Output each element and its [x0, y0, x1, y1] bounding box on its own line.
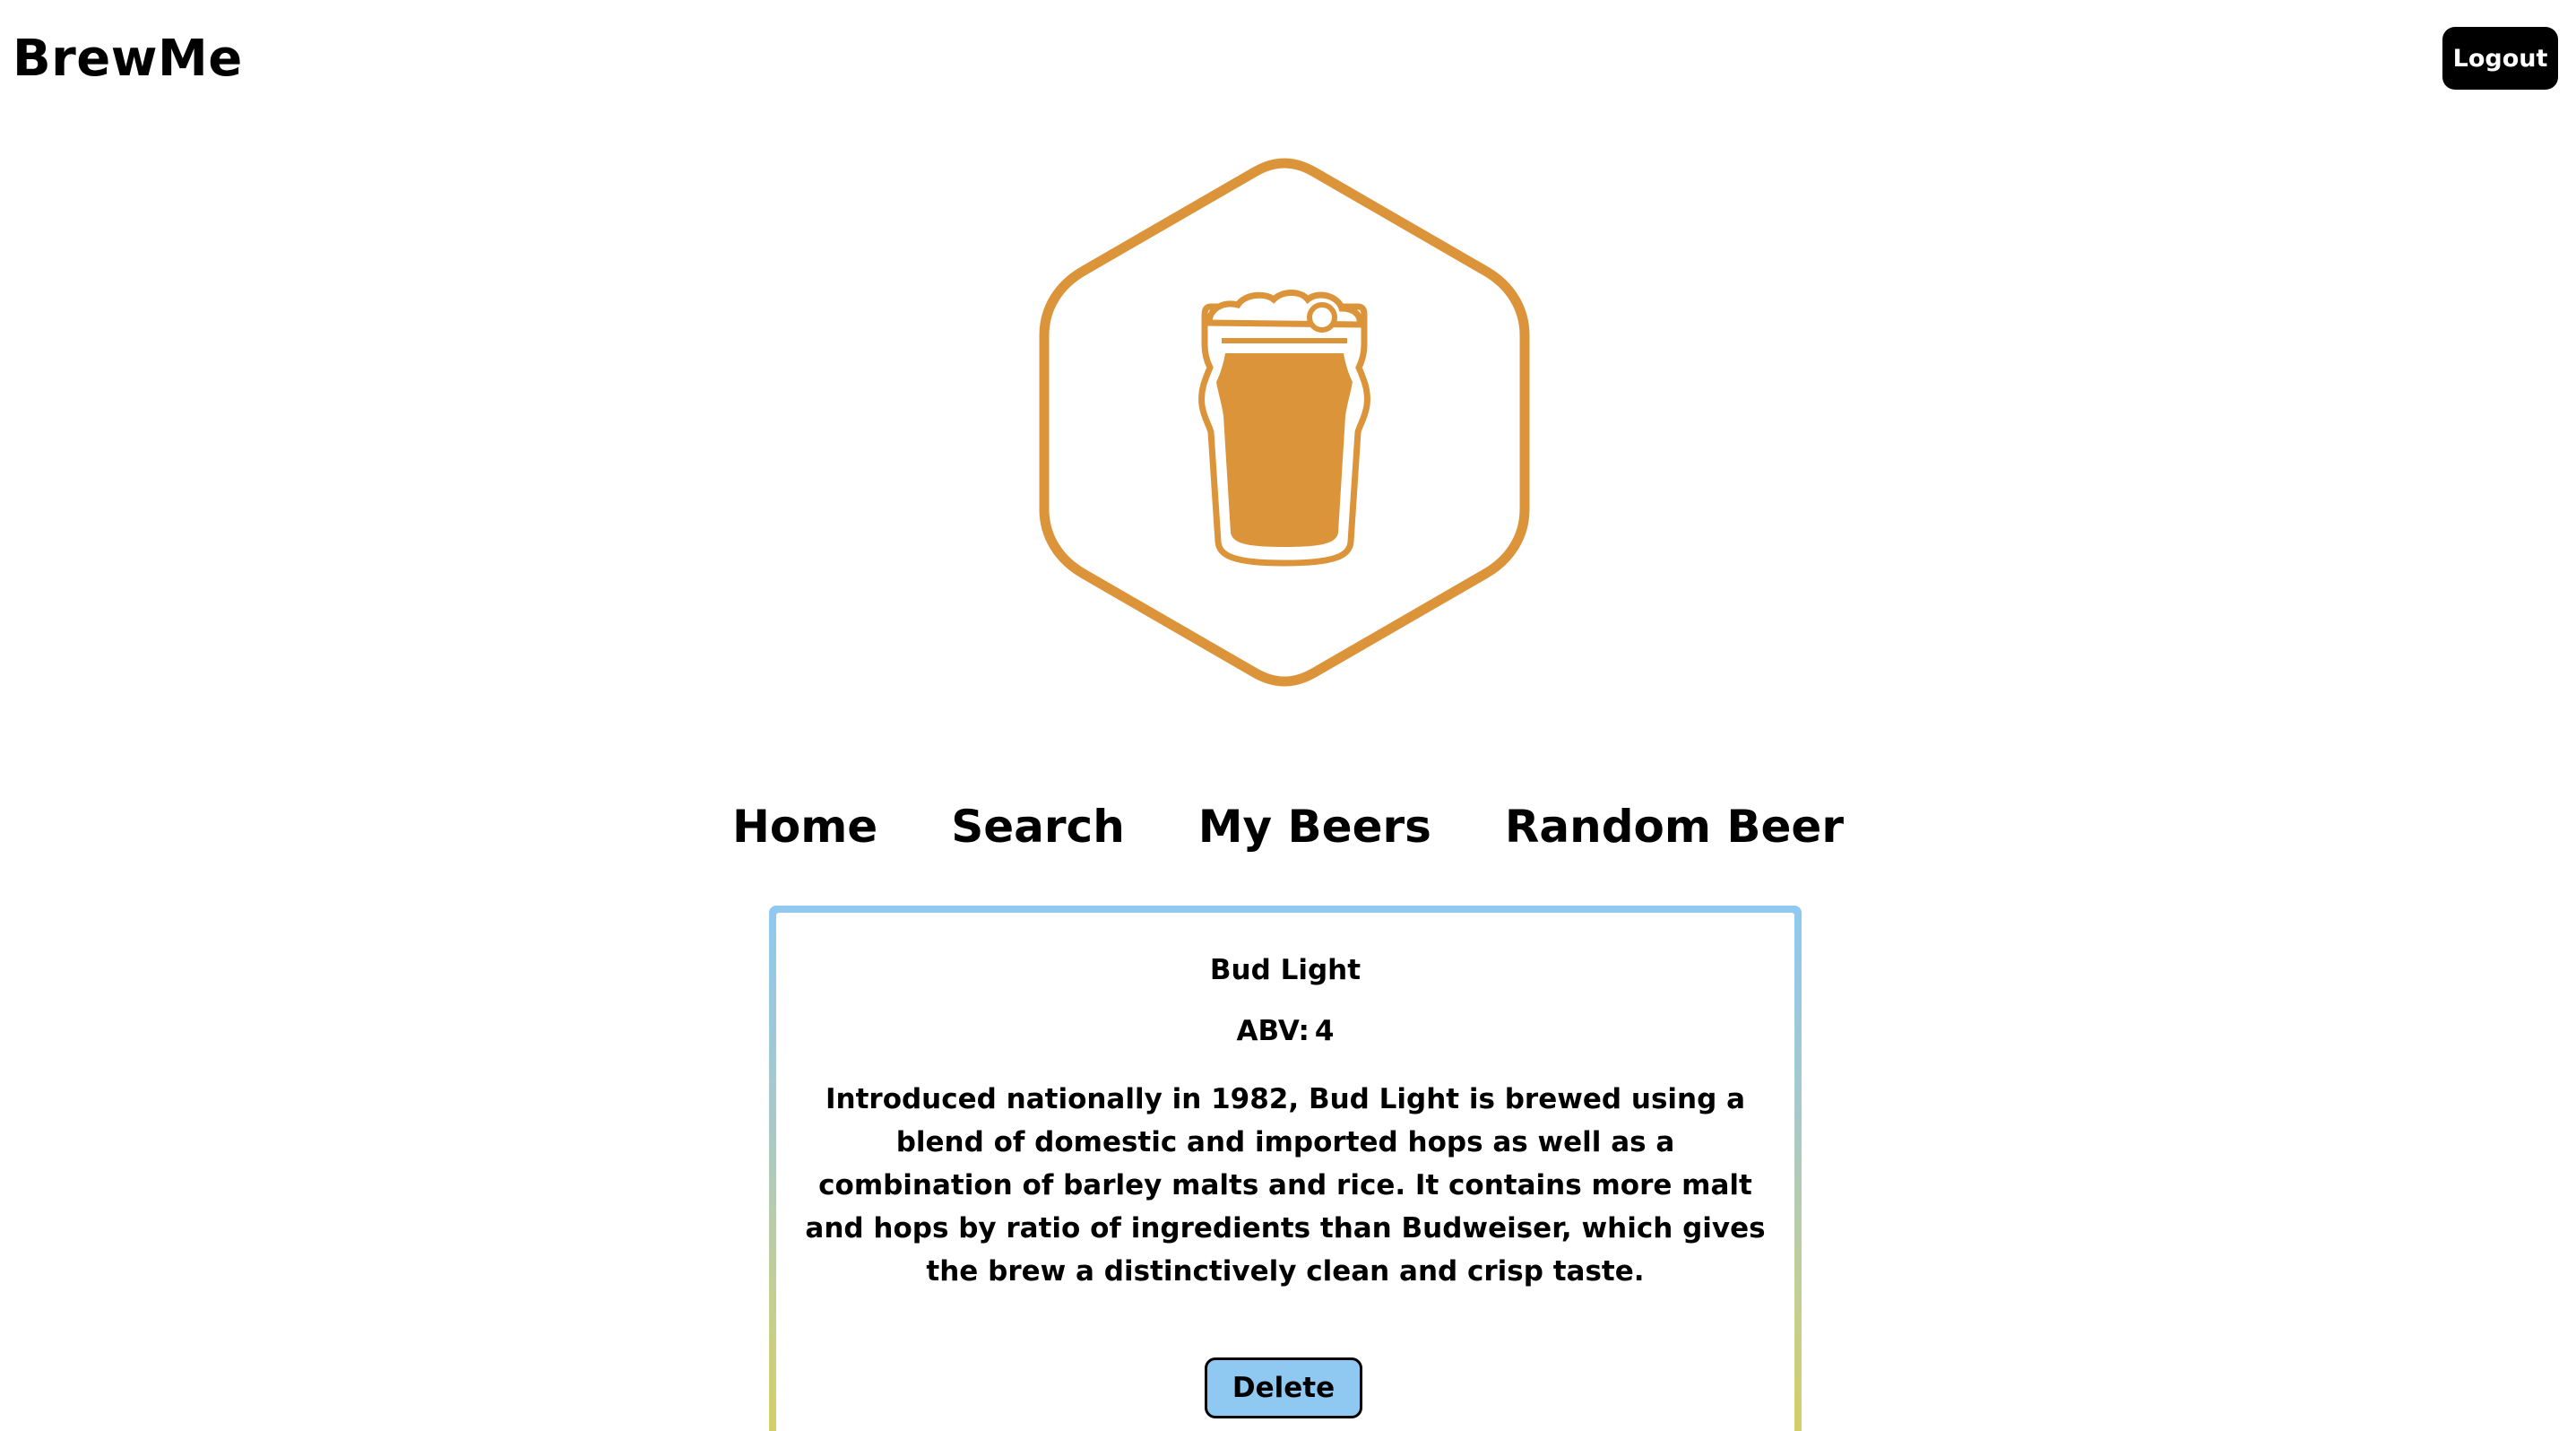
brand-title: BrewMe [13, 30, 243, 88]
beer-card: Bud Light ABV: 4 Introduced nationally in… [769, 906, 1802, 1431]
abv-value: 4 [1314, 1015, 1335, 1047]
main-nav: Home Search My Beers Random Beer [0, 791, 2576, 863]
beer-card-body: Bud Light ABV: 4 Introduced nationally in… [776, 913, 1794, 1431]
abv-label: ABV: [1236, 1015, 1310, 1047]
beer-glass-hexagon-icon [1039, 158, 1530, 687]
beer-name: Bud Light [1209, 954, 1361, 986]
logout-button[interactable]: Logout [2442, 27, 2558, 90]
beer-abv: ABV: 4 [776, 1013, 1794, 1049]
nav-home[interactable]: Home [732, 791, 877, 863]
beer-description: Introduced nationally in 1982, Bud Light… [805, 1083, 1766, 1288]
delete-button[interactable]: Delete [1205, 1357, 1362, 1418]
nav-my-beers[interactable]: My Beers [1198, 791, 1431, 863]
nav-search[interactable]: Search [951, 791, 1125, 863]
nav-random-beer[interactable]: Random Beer [1505, 791, 1844, 863]
page: BrewMe Logout Home Search My Beers Rando… [0, 0, 2576, 1431]
